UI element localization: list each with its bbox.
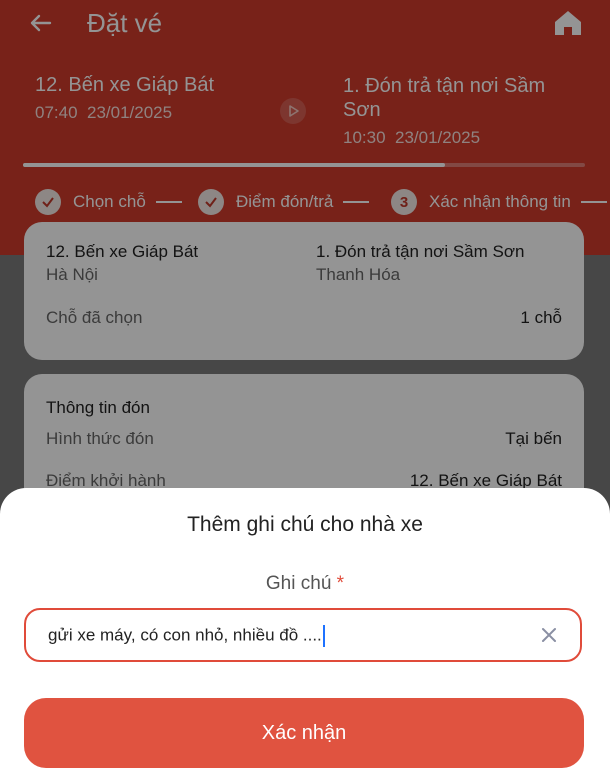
text-caret [322, 625, 325, 647]
note-bottom-sheet: Thêm ghi chú cho nhà xe Ghi chú * gửi xe… [0, 488, 610, 784]
required-mark: * [336, 573, 345, 594]
note-label-text: Ghi chú [265, 573, 332, 594]
clear-icon[interactable] [538, 624, 560, 646]
note-input-value-wrap: gửi xe máy, có con nhỏ, nhiều đồ .... [48, 625, 325, 647]
note-input-value: gửi xe máy, có con nhỏ, nhiều đồ .... [48, 625, 322, 645]
note-field-label: Ghi chú * [0, 573, 610, 595]
confirm-button[interactable]: Xác nhận [24, 698, 584, 768]
note-input[interactable]: gửi xe máy, có con nhỏ, nhiều đồ .... [24, 608, 582, 662]
sheet-title: Thêm ghi chú cho nhà xe [187, 513, 423, 536]
